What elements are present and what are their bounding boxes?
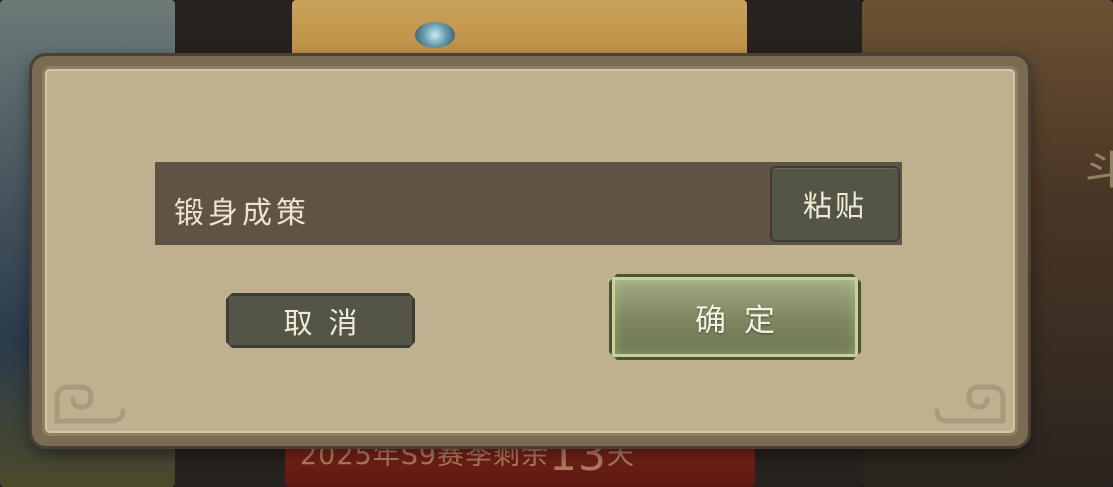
background-glyph: 斗 <box>1085 148 1113 194</box>
dialog-panel <box>42 66 1018 436</box>
paste-button[interactable]: 粘贴 <box>770 166 900 242</box>
hero-eye-detail <box>415 22 455 48</box>
input-value: 锻身成策 <box>174 196 310 231</box>
corner-ornament-icon <box>934 384 1006 424</box>
input-dialog <box>32 56 1028 446</box>
corner-ornament-icon <box>54 384 126 424</box>
confirm-button[interactable]: 确定 <box>609 274 861 360</box>
cancel-button[interactable]: 取消 <box>226 293 415 348</box>
